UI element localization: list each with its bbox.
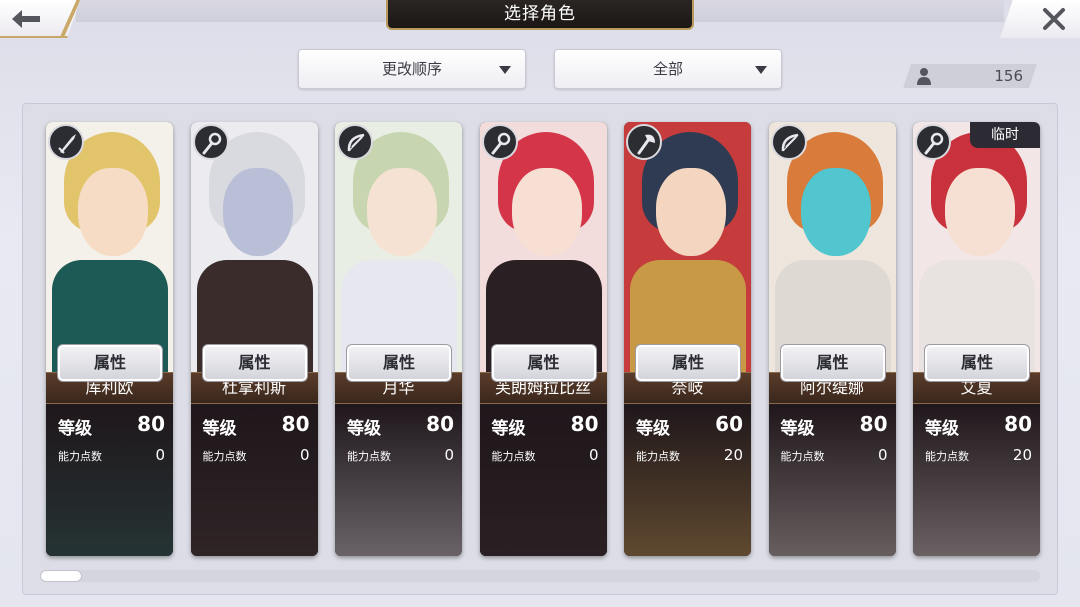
level-label: 等级	[636, 419, 670, 439]
weapon-badge	[192, 124, 229, 160]
attribute-button[interactable]: 属性	[490, 344, 597, 382]
staff-icon	[491, 132, 510, 155]
ability-points-value: 20	[1012, 446, 1032, 464]
ability-points-label: 能力点数	[925, 450, 969, 463]
portrait-face	[367, 168, 437, 256]
staff-icon	[924, 132, 944, 155]
close-icon	[1043, 8, 1065, 30]
attribute-button[interactable]: 属性	[779, 344, 886, 382]
ability-points-label: 能力点数	[636, 450, 680, 463]
character-stats: 等级 80 能力点数 0	[479, 404, 607, 556]
character-card[interactable]: 芙朗姆拉比丝 等级 80 能力点数 0 属性	[479, 122, 607, 556]
ability-points-label: 能力点数	[58, 450, 102, 463]
level-label: 等级	[491, 419, 526, 439]
back-button[interactable]	[0, 0, 80, 38]
portrait-face	[656, 168, 726, 256]
portrait-face	[945, 168, 1015, 256]
ability-points-value: 0	[155, 446, 165, 464]
portrait-face	[800, 168, 871, 256]
character-stats: 等级 80 能力点数 0	[768, 404, 896, 556]
portrait-face	[78, 168, 148, 256]
chevron-down-icon	[755, 66, 767, 74]
ability-points-value: 0	[877, 446, 888, 464]
attribute-button[interactable]: 属性	[635, 344, 741, 382]
character-card[interactable]: 月华 等级 80 能力点数 0 属性	[335, 122, 462, 556]
ability-points-value: 0	[299, 446, 310, 464]
page-title: 选择角色	[386, 0, 694, 30]
character-card[interactable]: 奈岐 等级 60 能力点数 20 属性	[624, 122, 751, 556]
character-count-value: 156	[994, 67, 1023, 85]
scrollbar-track[interactable]	[40, 570, 1040, 582]
level-label: 等级	[925, 419, 959, 439]
weapon-badge	[915, 124, 951, 160]
filter-dropdown[interactable]: 全部	[554, 49, 782, 89]
character-stats: 等级 80 能力点数 0	[46, 404, 173, 556]
weapon-badge	[48, 124, 84, 160]
staff-icon	[202, 132, 221, 155]
level-label: 等级	[202, 419, 237, 439]
sort-dropdown[interactable]: 更改顺序	[298, 49, 526, 89]
attribute-button[interactable]: 属性	[346, 344, 452, 382]
ability-points-label: 能力点数	[347, 450, 391, 463]
ability-points-label: 能力点数	[780, 450, 825, 463]
level-value: 80	[859, 412, 888, 436]
character-count: 156	[903, 64, 1037, 88]
ability-points-label: 能力点数	[202, 450, 247, 463]
sword-icon	[58, 134, 76, 154]
chevron-down-icon	[499, 66, 511, 74]
axe-icon	[637, 134, 655, 155]
bow-icon	[781, 133, 798, 152]
weapon-badge	[337, 124, 373, 160]
temporary-badge: 临时	[970, 122, 1040, 148]
ability-points-value: 0	[444, 446, 454, 464]
portrait-face	[222, 168, 293, 256]
filter-dropdown-label: 全部	[652, 60, 683, 78]
ability-points-label: 能力点数	[491, 450, 536, 463]
weapon-badge	[770, 124, 807, 160]
attribute-button[interactable]: 属性	[924, 344, 1030, 382]
character-card[interactable]: 临时 艾夏 等级 80 能力点数 20 属性	[913, 122, 1040, 556]
level-label: 等级	[780, 419, 815, 439]
attribute-button[interactable]: 属性	[201, 344, 308, 382]
person-icon	[917, 68, 931, 85]
ability-points-value: 20	[723, 446, 743, 464]
level-value: 60	[715, 412, 743, 436]
ability-points-value: 0	[588, 446, 599, 464]
bow-icon	[347, 133, 365, 152]
weapon-badge	[626, 124, 662, 160]
character-card[interactable]: 杜拿利斯 等级 80 能力点数 0 属性	[190, 122, 318, 556]
level-value: 80	[1004, 412, 1032, 436]
character-card[interactable]: 阿尔缇娜 等级 80 能力点数 0 属性	[768, 122, 896, 556]
character-stats: 等级 80 能力点数 0	[190, 404, 318, 556]
weapon-badge	[481, 124, 518, 160]
level-label: 等级	[58, 419, 92, 439]
back-arrow-icon	[12, 10, 40, 28]
portrait-face	[511, 168, 582, 256]
attribute-button[interactable]: 属性	[57, 344, 163, 382]
close-button[interactable]	[1000, 0, 1080, 38]
level-value: 80	[281, 412, 310, 436]
sort-dropdown-label: 更改顺序	[381, 60, 442, 78]
level-value: 80	[426, 412, 454, 436]
level-value: 80	[137, 412, 165, 436]
character-stats: 等级 60 能力点数 20	[624, 404, 751, 556]
level-label: 等级	[347, 419, 381, 439]
character-stats: 等级 80 能力点数 20	[913, 404, 1040, 556]
level-value: 80	[570, 412, 599, 436]
character-stats: 等级 80 能力点数 0	[335, 404, 462, 556]
scrollbar-thumb[interactable]	[40, 570, 82, 582]
character-card[interactable]: 库利欧 等级 80 能力点数 0 属性	[46, 122, 173, 556]
